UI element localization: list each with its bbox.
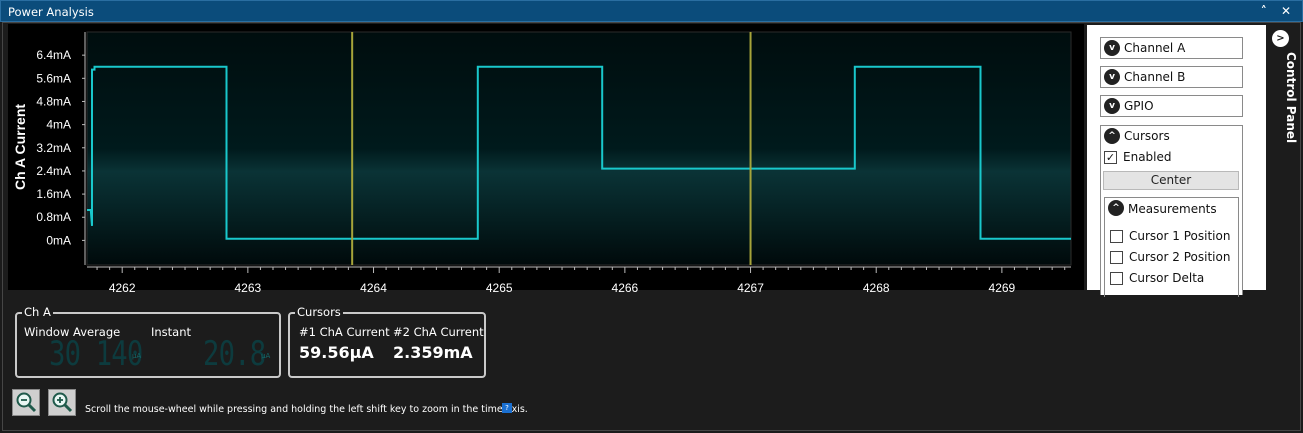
close-button[interactable]: ✕ (1281, 4, 1296, 18)
channel-b-label: Channel B (1124, 70, 1186, 84)
x-tick-label: 4268 (863, 281, 890, 295)
chevron-down-icon: v (1104, 98, 1120, 114)
enabled-label: Enabled (1123, 150, 1172, 164)
instant-unit: µA (261, 352, 271, 360)
x-tick-label: 4269 (989, 281, 1016, 295)
y-tick-label: 1.6mA (36, 187, 71, 201)
collapse-button[interactable]: ˄ (1261, 4, 1272, 18)
cursor-2-position-label: Cursor 2 Position (1129, 250, 1231, 264)
y-tick-label: 4.8mA (36, 94, 71, 108)
center-button[interactable]: Center (1103, 171, 1239, 190)
x-tick-label: 4262 (109, 281, 136, 295)
channel-a-section[interactable]: v Channel A (1100, 37, 1243, 59)
x-tick-label: 4266 (612, 281, 639, 295)
current-chart[interactable]: 6.4mA 5.6mA 4.8mA 4mA 3.2mA 2.4mA 1.6mA 0.8mA 0m… (0, 0, 1090, 300)
x-tick-label: 4265 (486, 281, 513, 295)
cursor-1-position-checkbox[interactable] (1110, 230, 1123, 243)
cursors-group: Cursors #1 ChA Current #2 ChA Current 59… (288, 305, 486, 378)
cursors-section: ^ Cursors ✓ Enabled Center ^ Measurement… (1100, 125, 1243, 297)
x-tick-label: 4264 (360, 281, 387, 295)
chevron-down-icon: v (1104, 69, 1120, 85)
cursors-label: Cursors (1124, 129, 1170, 143)
cursor-2-current-value: 2.359mA (393, 343, 473, 362)
gpio-label: GPIO (1124, 99, 1154, 113)
gpio-section[interactable]: v GPIO (1100, 95, 1243, 117)
ch-a-group: Ch A Window Average Instant 30 140 µA 20… (15, 305, 281, 378)
cursor-delta-checkbox[interactable] (1110, 272, 1123, 285)
measurements-label: Measurements (1128, 202, 1217, 216)
x-tick-label: 4263 (235, 281, 262, 295)
zoom-out-icon (16, 392, 37, 413)
zoom-in-icon (52, 392, 73, 413)
cursor-2-position-checkbox[interactable] (1110, 251, 1123, 264)
ch-a-legend: Ch A (22, 305, 53, 319)
channel-a-label: Channel A (1124, 41, 1186, 55)
cursor-delta-label: Cursor Delta (1129, 271, 1205, 285)
y-tick-label: 2.4mA (36, 164, 71, 178)
y-axis-label: Ch A Current (12, 104, 28, 190)
enabled-checkbox[interactable]: ✓ (1104, 151, 1117, 164)
x-tick-label: 4267 (737, 281, 764, 295)
instant-value: 20.8 (203, 334, 266, 374)
chevron-right-icon[interactable]: > (1272, 30, 1289, 47)
cursors-legend: Cursors (295, 305, 343, 319)
title-buttons: ˄ ✕ (1261, 4, 1296, 18)
measurements-section: ^ Measurements Cursor 1 Position Cursor … (1104, 197, 1239, 297)
zoom-out-button[interactable] (12, 389, 40, 416)
control-panel: v Channel A v Channel B v GPIO ^ Cursors… (1087, 25, 1267, 297)
chevron-up-icon[interactable]: ^ (1104, 128, 1120, 144)
y-tick-label: 0mA (46, 233, 71, 247)
cursor-2-current-label: #2 ChA Current (393, 325, 484, 339)
chevron-down-icon: v (1104, 40, 1120, 56)
y-tick-label: 4mA (46, 118, 71, 132)
y-tick-label: 3.2mA (36, 141, 71, 155)
y-tick-label: 0.8mA (36, 210, 71, 224)
chevron-up-icon[interactable]: ^ (1108, 200, 1124, 216)
y-tick-label: 5.6mA (36, 71, 71, 85)
zoom-in-button[interactable] (48, 389, 76, 416)
window-average-unit: µA (132, 352, 142, 360)
cursor-1-current-value: 59.56µA (299, 343, 374, 362)
help-icon[interactable]: ? (502, 403, 512, 413)
cursor-1-current-label: #1 ChA Current (299, 325, 390, 339)
cursor-1-position-label: Cursor 1 Position (1129, 229, 1231, 243)
zoom-hint-text: Scroll the mouse-wheel while pressing an… (85, 404, 528, 415)
control-panel-tab-label[interactable]: Control Panel (1284, 52, 1298, 143)
window-average-value: 30 140 (49, 334, 143, 374)
channel-b-section[interactable]: v Channel B (1100, 66, 1243, 88)
y-tick-label: 6.4mA (36, 48, 71, 62)
instant-label: Instant (151, 325, 192, 339)
